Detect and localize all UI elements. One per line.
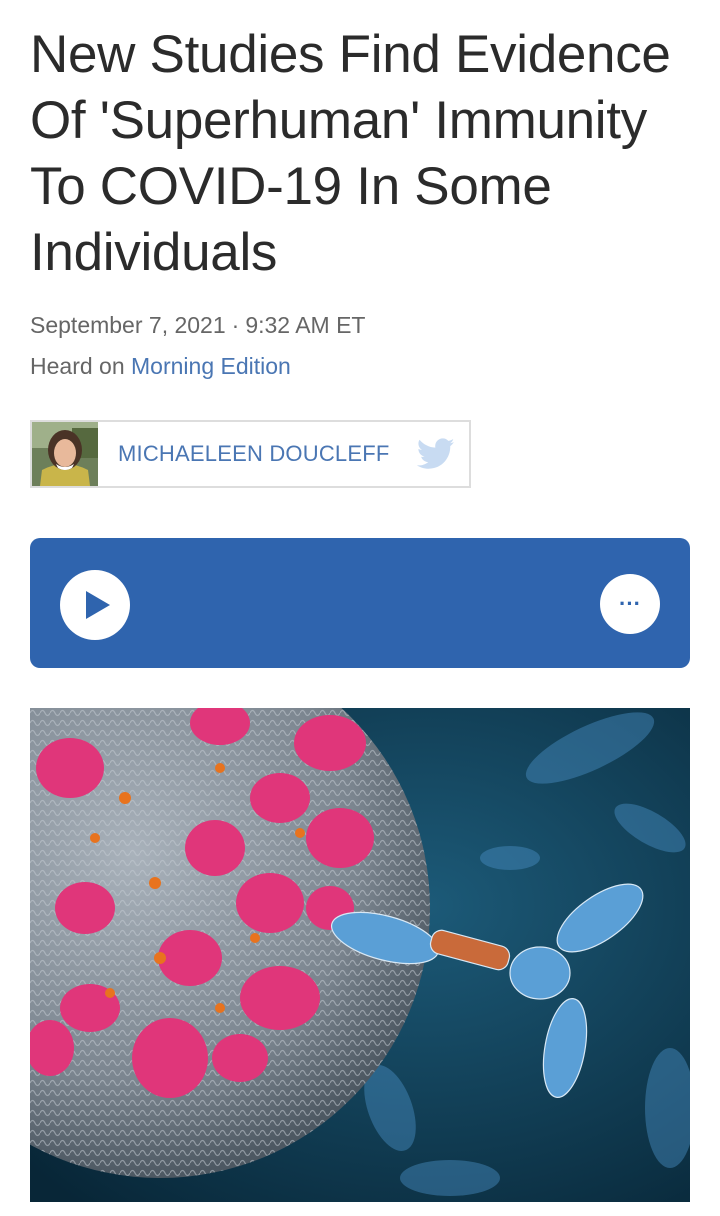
play-button[interactable] bbox=[60, 570, 130, 640]
author-avatar[interactable] bbox=[32, 422, 98, 486]
author-byline: MICHAELEEN DOUCLEFF bbox=[30, 420, 471, 488]
article-headline: New Studies Find Evidence Of 'Superhuman… bbox=[30, 25, 671, 282]
program-link[interactable]: Morning Edition bbox=[131, 353, 291, 379]
twitter-icon[interactable] bbox=[416, 438, 455, 470]
dateline-separator: · bbox=[231, 312, 240, 338]
publish-date: September 7, 2021 bbox=[30, 312, 226, 338]
dateline: September 7, 2021 · 9:32 AM ET bbox=[30, 312, 365, 339]
more-options-button[interactable]: ··· bbox=[600, 574, 660, 634]
play-icon bbox=[86, 591, 110, 619]
audio-player: ··· bbox=[30, 538, 690, 668]
publish-time: 9:32 AM ET bbox=[245, 312, 366, 338]
hero-image bbox=[30, 708, 690, 1202]
author-name-link[interactable]: MICHAELEEN DOUCLEFF bbox=[118, 441, 390, 467]
coronavirus-antibody-illustration bbox=[30, 708, 690, 1202]
heard-on-line: Heard on Morning Edition bbox=[30, 353, 291, 380]
heard-on-label: Heard on bbox=[30, 353, 125, 379]
